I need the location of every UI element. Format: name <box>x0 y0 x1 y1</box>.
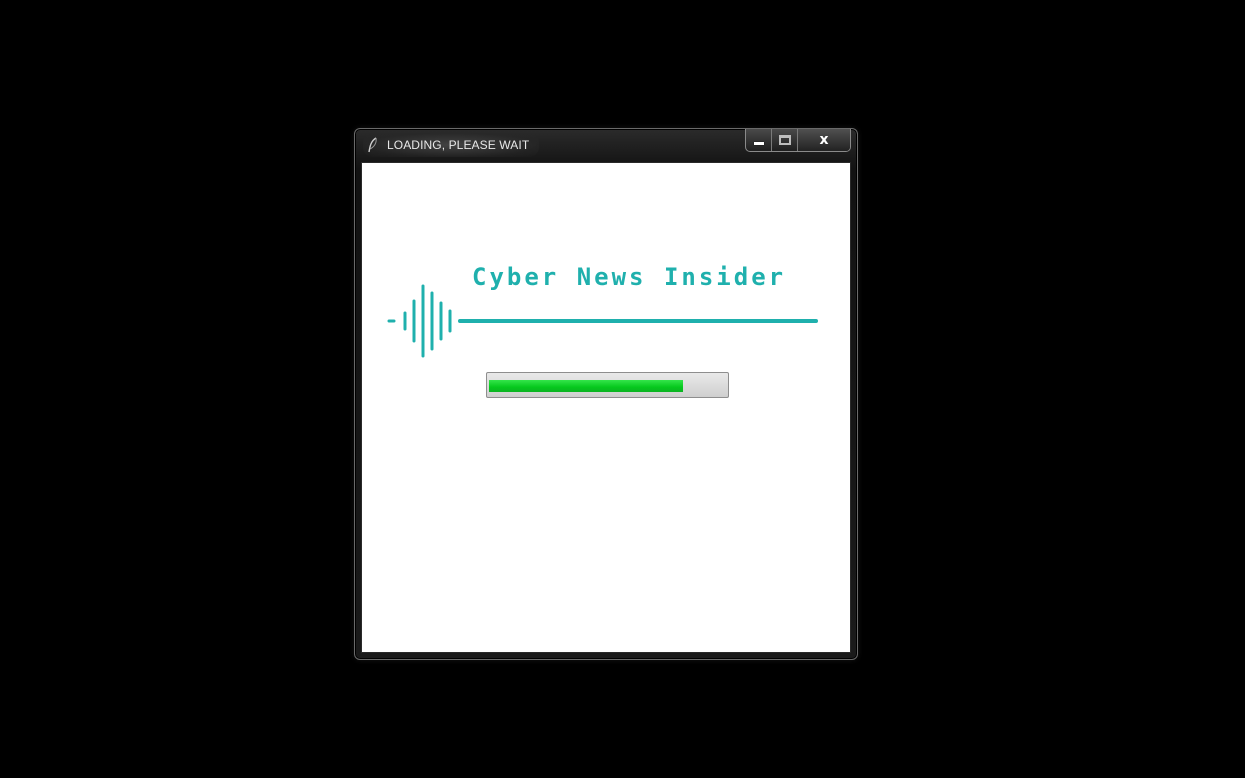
close-icon: x <box>819 132 829 148</box>
progress-fill <box>489 380 684 392</box>
progress-track <box>489 375 726 395</box>
maximize-icon <box>778 135 791 145</box>
title-area: LOADING, PLEASE WAIT <box>363 133 540 157</box>
title-bar[interactable]: LOADING, PLEASE WAIT x <box>355 129 857 161</box>
loading-window: LOADING, PLEASE WAIT x Cyber News Inside… <box>354 128 858 660</box>
close-button[interactable]: x <box>798 129 850 151</box>
maximize-button[interactable] <box>772 129 798 151</box>
brand-logo: Cyber News Insider <box>386 263 826 363</box>
caption-buttons: x <box>745 129 851 152</box>
sound-wave-icon <box>387 284 818 358</box>
loading-progress-bar <box>486 372 729 398</box>
splash-content: Cyber News Insider <box>361 162 851 653</box>
desktop: LOADING, PLEASE WAIT x Cyber News Inside… <box>0 0 1245 778</box>
minimize-button[interactable] <box>746 129 772 151</box>
window-title: LOADING, PLEASE WAIT <box>387 138 530 152</box>
feather-icon <box>368 137 377 153</box>
minimize-icon <box>753 142 764 145</box>
